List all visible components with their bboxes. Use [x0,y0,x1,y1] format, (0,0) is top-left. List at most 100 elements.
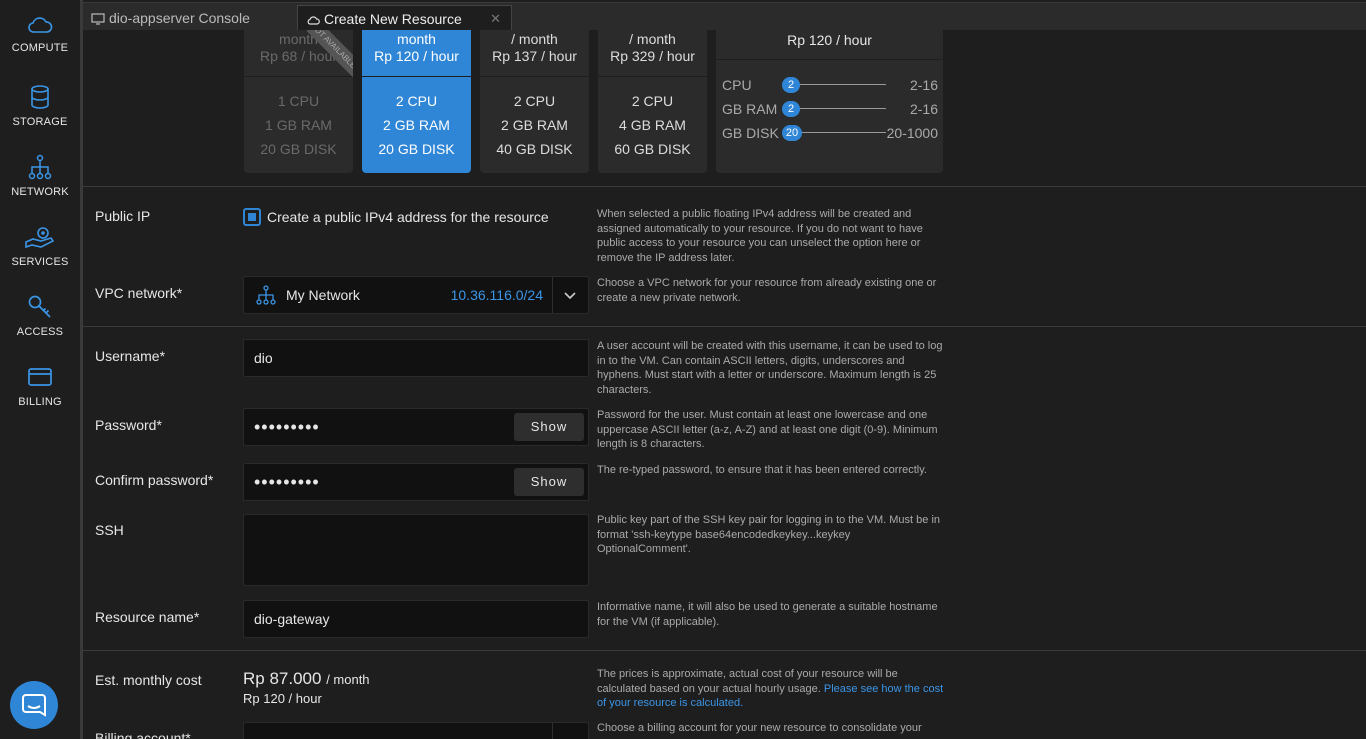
vpc-network-name: My Network [286,287,360,303]
slider-range: 2-16 [909,101,938,117]
slider-track[interactable] [788,132,886,133]
sidebar: COMPUTE STORAGE NETWORK SERVICES ACCESS … [0,0,80,739]
services-hand-icon [25,227,55,249]
ssh-help: Public key part of the SSH key pair for … [597,514,941,555]
checkbox-mark [248,213,256,221]
plan-card-2[interactable]: month Rp 120 / hour 2 CPU 2 GB RAM 20 GB DI… [362,30,471,173]
slider-range: 2-16 [909,77,938,93]
plan-ram: 4 GB RAM [619,117,686,133]
plan-disk: 20 GB DISK [378,141,455,157]
section-divider [83,650,1366,651]
slider-name: GB RAM [722,101,778,117]
vpc-network-cidr: 10.36.116.0/24 [450,287,543,303]
sidebar-item-label: SERVICES [11,256,69,268]
username-help: A user account will be created with this… [597,340,943,396]
monthly-cost-value: Rp 87.000 [243,669,322,688]
plan-cpu: 1 CPU [277,93,320,109]
plan-ram: 2 GB RAM [501,117,568,133]
credit-card-icon [28,368,52,386]
slider-knob[interactable]: 2 [782,77,800,93]
select-separator [552,277,553,313]
username-input[interactable]: dio [243,339,589,377]
custom-hour-price: Rp 120 / hour [787,32,872,48]
network-icon [28,154,52,180]
cost-label: Est. monthly cost [95,672,202,688]
confirm-password-input[interactable]: ••••••••• Show [243,463,589,501]
password-value: ••••••••• [254,417,320,437]
sidebar-item-storage[interactable]: STORAGE [0,84,80,144]
slider-range: 20-1000 [886,125,938,141]
tab-label: dio-appserver Console [109,10,250,26]
tab-label: Create New Resource [324,11,462,27]
sidebar-item-label: STORAGE [12,116,68,128]
cloud-icon [307,16,320,25]
tab-appserver-console[interactable]: dio-appserver Console [83,5,297,31]
billing-account-select[interactable] [243,722,589,739]
sidebar-item-label: NETWORK [11,186,69,198]
slider-name: CPU [722,77,752,93]
section-divider [83,326,1366,327]
disk-slider[interactable]: GB DISK 20 20-1000 [722,123,938,143]
ram-slider[interactable]: GB RAM 2 2-16 [722,99,938,119]
confirm-password-help: The re-typed password, to ensure that it… [597,464,927,476]
plan-card-3[interactable]: / month Rp 137 / hour 2 CPU 2 GB RAM 40 GB … [480,30,589,173]
resource-name-input[interactable]: dio-gateway [243,600,589,638]
slider-track[interactable] [788,108,886,109]
monitor-icon [91,13,105,25]
ssh-label: SSH [95,522,124,538]
cloud-icon [28,17,53,33]
network-icon [256,285,276,305]
per-month-label: / month [326,672,370,687]
billing-account-label: Billing account* [95,730,191,739]
plan-card-1: month Rp 68 / hour 1 CPU 1 GB RAM 20 GB DIS… [244,30,353,173]
plan-hour-price: Rp 329 / hour [610,48,695,64]
show-confirm-password-button[interactable]: Show [514,468,584,496]
plan-ram: 2 GB RAM [383,117,450,133]
resource-name-label: Resource name* [95,609,200,625]
plan-card-4[interactable]: / month Rp 329 / hour 2 CPU 4 GB RAM 60 GB … [598,30,707,173]
database-icon [31,85,49,109]
sidebar-item-compute[interactable]: COMPUTE [0,14,80,74]
tab-create-new-resource[interactable]: Create New Resource ✕ [297,5,512,31]
public-ip-help: When selected a public floating IPv4 add… [597,208,923,264]
slider-track[interactable] [788,84,886,85]
public-ip-checkbox-label[interactable]: Create a public IPv4 address for the res… [267,209,549,225]
plan-month-price: / month [629,31,676,47]
close-tab-icon[interactable]: ✕ [490,6,501,32]
billing-account-help: Choose a billing account for your new re… [597,722,922,734]
ssh-textarea[interactable] [243,514,589,586]
cpu-slider[interactable]: CPU 2 2-16 [722,75,938,95]
sidebar-item-network[interactable]: NETWORK [0,154,80,214]
monthly-cost: Rp 87.000 / month [243,669,370,689]
sidebar-item-access[interactable]: ACCESS [0,294,80,354]
plan-hour-price: Rp 137 / hour [492,48,577,64]
select-separator [552,723,553,739]
chat-button[interactable] [10,681,58,729]
slider-knob[interactable]: 20 [782,125,802,141]
plan-disk: 20 GB DISK [260,141,337,157]
custom-plan-card[interactable]: Rp 120 / hour CPU 2 2-16 GB RAM 2 2-16 G… [716,30,943,173]
password-label: Password* [95,417,162,433]
cost-help: The prices is approximate, actual cost o… [597,667,945,711]
vpc-network-select[interactable]: My Network 10.36.116.0/24 [243,276,589,314]
plan-disk: 60 GB DISK [614,141,691,157]
plan-month-price: / month [511,31,558,47]
resource-name-help: Informative name, it will also be used t… [597,601,938,628]
plan-month-price: month [397,31,436,47]
show-password-button[interactable]: Show [514,413,584,441]
chevron-down-icon[interactable] [564,286,576,304]
tab-bar: dio-appserver Console Create New Resourc… [83,2,1366,31]
sidebar-item-label: COMPUTE [11,42,69,54]
plan-hour-price: Rp 120 / hour [374,48,459,64]
slider-knob[interactable]: 2 [782,101,800,117]
username-label: Username* [95,348,166,364]
chat-icon [22,694,46,717]
section-divider [83,186,1366,187]
create-resource-form: month Rp 68 / hour 1 CPU 1 GB RAM 20 GB DIS… [83,30,1366,739]
public-ip-checkbox[interactable] [243,208,261,226]
password-input[interactable]: ••••••••• Show [243,408,589,446]
sidebar-item-label: BILLING [18,396,62,408]
key-icon [28,295,51,318]
sidebar-item-billing[interactable]: BILLING [0,364,80,424]
sidebar-item-services[interactable]: SERVICES [0,224,80,284]
